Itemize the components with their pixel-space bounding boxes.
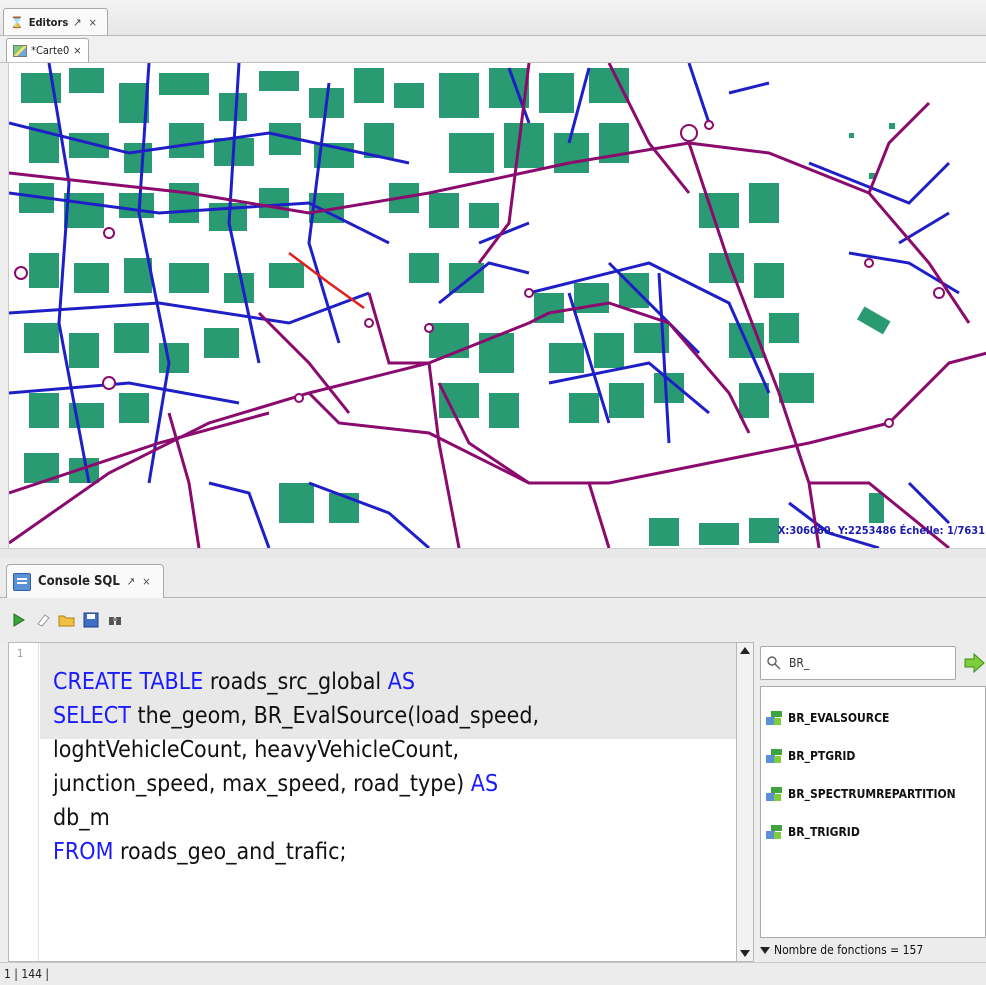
list-item[interactable]: BR_SPECTRUMREPARTITION: [761, 775, 985, 813]
tab-editors[interactable]: ⌛ Editors ↗ ×: [3, 8, 108, 35]
function-count-label: Nombre de fonctions = 157: [774, 943, 924, 957]
sql-keyword: SELECT: [53, 703, 131, 729]
close-icon[interactable]: ×: [73, 44, 81, 57]
search-go-button[interactable]: [962, 652, 986, 674]
sql-text: roads_geo_and_trafic;: [113, 839, 347, 865]
hourglass-icon: ⌛: [10, 15, 24, 29]
scroll-down-icon[interactable]: [740, 950, 750, 957]
tab-editors-label: Editors: [28, 15, 69, 29]
execute-icon[interactable]: [10, 611, 28, 629]
editor-vertical-scrollbar[interactable]: [736, 642, 754, 962]
console-tabbar: Console SQL ↗ ×: [0, 558, 986, 598]
list-item[interactable]: BR_EVALSOURCE: [761, 699, 985, 737]
sql-keyword: AS: [470, 771, 499, 797]
status-bar: 1 | 144 |: [0, 962, 986, 985]
sql-code[interactable]: CREATE TABLE roads_src_global AS SELECT …: [53, 665, 753, 869]
sql-keyword: FROM: [53, 839, 114, 865]
map-canvas[interactable]: X:306060, Y:2253486 Échelle: 1/7631: [8, 63, 986, 548]
search-icon: [767, 656, 781, 670]
functions-panel: BR_ BR_EVALSOURCE BR_PTGRID BR_SPECTRUMR…: [758, 642, 986, 962]
sql-text: db_m: [53, 805, 110, 831]
function-name: BR_PTGRID: [788, 749, 856, 763]
function-icon: [766, 825, 782, 839]
panel-separator[interactable]: [0, 548, 986, 558]
document-tabbar: *Carte0 ×: [0, 36, 986, 63]
list-item[interactable]: BR_TRIGRID: [761, 813, 985, 851]
tab-console-controls[interactable]: ↗ ×: [127, 575, 153, 588]
function-name: BR_TRIGRID: [788, 825, 860, 839]
map-drawing: X:306060, Y:2253486 Échelle: 1/7631: [9, 63, 986, 548]
sql-text: loghtVehicleCount, heavyVehicleCount,: [53, 737, 460, 763]
map-icon: [13, 44, 27, 57]
chevron-down-icon[interactable]: [760, 946, 770, 954]
sql-text: roads_src_global: [203, 669, 388, 695]
function-search-value: BR_: [789, 656, 810, 670]
cursor-position: 1 | 144 |: [4, 967, 50, 981]
open-icon[interactable]: [58, 611, 76, 629]
tab-editors-controls[interactable]: ↗ ×: [73, 16, 99, 29]
clear-icon[interactable]: [34, 611, 52, 629]
function-icon: [766, 749, 782, 763]
line-number: 1: [17, 647, 24, 660]
sql-editor[interactable]: 1 CREATE TABLE roads_src_global AS SELEC…: [8, 642, 754, 962]
sql-text: junction_speed, max_speed, road_type): [53, 771, 471, 797]
console-toolbar: [0, 598, 986, 642]
tab-console-sql-label: Console SQL: [38, 574, 120, 589]
function-name: BR_SPECTRUMREPARTITION: [788, 787, 956, 801]
find-icon[interactable]: [106, 611, 124, 629]
function-count: Nombre de fonctions = 157: [760, 940, 986, 960]
function-list[interactable]: BR_EVALSOURCE BR_PTGRID BR_SPECTRUMREPAR…: [760, 686, 986, 938]
tab-carte0[interactable]: *Carte0 ×: [6, 38, 89, 62]
save-icon[interactable]: [82, 611, 100, 629]
scroll-up-icon[interactable]: [740, 647, 750, 654]
line-number-gutter: 1: [9, 643, 39, 961]
sql-keyword: CREATE TABLE: [53, 669, 204, 695]
sql-keyword: AS: [387, 669, 415, 695]
function-name: BR_EVALSOURCE: [788, 711, 890, 725]
function-icon: [766, 711, 782, 725]
sql-console-icon: [13, 572, 31, 591]
function-search-input[interactable]: BR_: [760, 646, 956, 680]
list-item[interactable]: BR_PTGRID: [761, 737, 985, 775]
tab-console-sql[interactable]: Console SQL ↗ ×: [6, 564, 164, 598]
editors-tabbar: ⌛ Editors ↗ ×: [0, 0, 986, 36]
function-icon: [766, 787, 782, 801]
sql-text: the_geom, BR_EvalSource(load_speed,: [130, 703, 540, 729]
map-coordinate-readout: X:306060, Y:2253486 Échelle: 1/7631: [778, 524, 985, 537]
tab-carte0-label: *Carte0: [31, 44, 70, 57]
arrow-right-icon: [964, 652, 985, 674]
